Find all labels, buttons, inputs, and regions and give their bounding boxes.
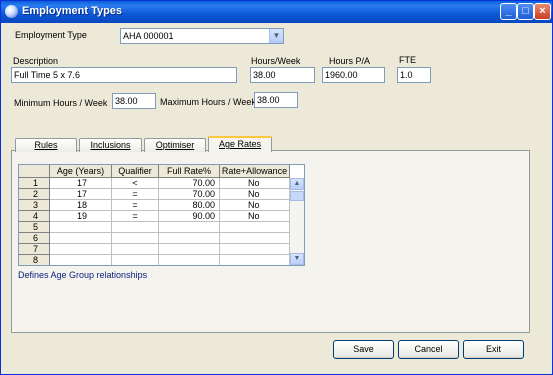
cell-empty[interactable] [50, 255, 112, 265]
cell-qualifier[interactable]: = [112, 189, 159, 200]
cell-age[interactable]: 18 [50, 200, 112, 211]
employment-type-value: AHA 000001 [123, 31, 174, 41]
cell-empty[interactable] [112, 244, 159, 255]
row-number[interactable]: 7 [19, 244, 50, 255]
cell-full-rate[interactable]: 70.00 [159, 189, 220, 200]
tab-rules[interactable]: Rules [15, 138, 77, 152]
max-hours-label: Maximum Hours / Week [160, 97, 256, 107]
cell-qualifier[interactable]: = [112, 211, 159, 222]
hours-pa-field[interactable]: 1960.00 [322, 67, 385, 83]
cell-empty[interactable] [50, 233, 112, 244]
scrollbar-thumb[interactable] [290, 191, 304, 201]
cell-rate-allowance[interactable]: No [220, 178, 290, 189]
cell-full-rate[interactable]: 90.00 [159, 211, 220, 222]
min-hours-label: Minimum Hours / Week [14, 98, 108, 108]
fte-label: FTE [399, 55, 416, 65]
row-number[interactable]: 8 [19, 255, 50, 265]
cell-empty[interactable] [159, 222, 220, 233]
up-arrow-icon[interactable]: ▲ [290, 178, 304, 190]
row-number[interactable]: 5 [19, 222, 50, 233]
max-hours-field[interactable]: 38.00 [254, 92, 298, 108]
col-header-full-rate[interactable]: Full Rate% [159, 165, 220, 178]
title-bar[interactable]: Employment Types _ □ × [1, 1, 552, 23]
cell-empty[interactable] [50, 244, 112, 255]
employment-type-label: Employment Type [15, 30, 87, 40]
cell-empty[interactable] [220, 255, 290, 265]
cell-rate-allowance[interactable]: No [220, 211, 290, 222]
close-button[interactable]: × [534, 3, 551, 20]
cell-rate-allowance[interactable]: No [220, 189, 290, 200]
save-button[interactable]: Save [333, 340, 394, 359]
description-label: Description [13, 56, 59, 66]
cell-empty[interactable] [50, 222, 112, 233]
cell-qualifier[interactable]: < [112, 178, 159, 189]
age-rates-grid[interactable]: Age (Years) Qualifier Full Rate% Rate+Al… [18, 164, 305, 266]
tab-inclusions[interactable]: Inclusions [79, 138, 142, 152]
cell-empty[interactable] [112, 222, 159, 233]
grid-corner [19, 165, 50, 178]
cell-empty[interactable] [159, 255, 220, 265]
col-header-qualifier[interactable]: Qualifier [112, 165, 159, 178]
row-number[interactable]: 4 [19, 211, 50, 222]
hours-week-label: Hours/Week [251, 56, 301, 66]
cell-qualifier[interactable]: = [112, 200, 159, 211]
maximize-button[interactable]: □ [517, 3, 534, 20]
cancel-button[interactable]: Cancel [398, 340, 459, 359]
col-header-age[interactable]: Age (Years) [50, 165, 112, 178]
cell-empty[interactable] [220, 233, 290, 244]
cell-full-rate[interactable]: 80.00 [159, 200, 220, 211]
cell-age[interactable]: 17 [50, 178, 112, 189]
fte-field[interactable]: 1.0 [397, 67, 431, 83]
description-field[interactable]: Full Time 5 x 7.6 [11, 67, 237, 83]
window-title: Employment Types [22, 5, 123, 17]
cell-empty[interactable] [112, 233, 159, 244]
grid-vertical-scrollbar[interactable]: ▲ ▼ [290, 178, 304, 265]
tab-optimiser[interactable]: Optimiser [144, 138, 206, 152]
col-header-rate-allowance[interactable]: Rate+Allowance [220, 165, 290, 178]
minimize-button[interactable]: _ [500, 3, 517, 20]
employment-types-window: Employment Types _ □ × Employment Type A… [0, 0, 553, 375]
cell-empty[interactable] [220, 222, 290, 233]
hours-pa-label: Hours P/A [329, 56, 371, 66]
cell-empty[interactable] [159, 244, 220, 255]
cell-empty[interactable] [112, 255, 159, 265]
min-hours-field[interactable]: 38.00 [112, 93, 156, 109]
hours-week-field[interactable]: 38.00 [250, 67, 315, 83]
app-icon [5, 5, 18, 18]
row-number[interactable]: 6 [19, 233, 50, 244]
cell-age[interactable]: 17 [50, 189, 112, 200]
grid-hint-text: Defines Age Group relationships [18, 270, 148, 280]
cell-empty[interactable] [159, 233, 220, 244]
row-number[interactable]: 2 [19, 189, 50, 200]
cell-rate-allowance[interactable]: No [220, 200, 290, 211]
tab-age-rates[interactable]: Age Rates [208, 136, 272, 152]
row-number[interactable]: 3 [19, 200, 50, 211]
employment-type-combo[interactable]: AHA 000001 ▼ [120, 28, 284, 44]
cell-age[interactable]: 19 [50, 211, 112, 222]
exit-button[interactable]: Exit [463, 340, 524, 359]
chevron-down-icon[interactable]: ▼ [269, 29, 283, 43]
down-arrow-icon[interactable]: ▼ [290, 253, 304, 265]
cell-empty[interactable] [220, 244, 290, 255]
row-number[interactable]: 1 [19, 178, 50, 189]
cell-full-rate[interactable]: 70.00 [159, 178, 220, 189]
